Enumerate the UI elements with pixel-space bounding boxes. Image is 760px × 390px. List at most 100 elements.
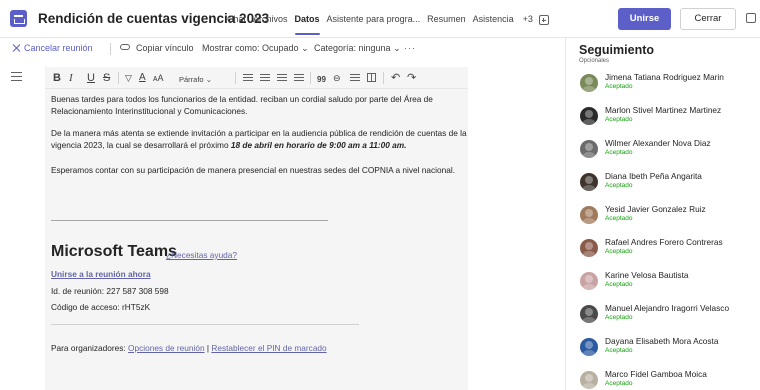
horizontal-line-icon[interactable] [350,74,360,81]
show-as-label: Mostrar como: Ocupado [202,43,299,53]
font-color-icon[interactable]: A [139,72,146,84]
format-toolbar: B I U S ▽ A ᴀA Párrafo ⌄ 99 ⊖ ↶ ↷ [45,67,468,89]
italic-button[interactable]: I [69,72,73,84]
tracking-panel: Seguimiento Opcionales Jimena Tatiana Ro… [565,38,760,390]
more-tabs-button[interactable]: +3 [523,14,533,24]
more-options-button[interactable]: ··· [404,43,416,53]
link-icon[interactable] [120,44,130,50]
bulleted-list-icon[interactable] [277,74,287,81]
divider [118,72,119,84]
reset-pin-link[interactable]: Restablecer el PIN de marcado [211,343,326,353]
join-meeting-link[interactable]: Unirse a la reunión ahora [51,269,151,279]
divider [310,72,311,84]
attendee-name: Marco Fidel Gamboa Moica [605,369,707,379]
divider [235,72,236,84]
tab-attendance[interactable]: Asistencia [473,0,514,38]
meeting-description-editor[interactable]: B I U S ▽ A ᴀA Párrafo ⌄ 99 ⊖ ↶ ↷ Buenas… [45,67,468,390]
tab-scheduling-assistant[interactable]: Asistente para progra... [327,0,421,38]
undo-icon[interactable]: ↶ [391,72,400,84]
calendar-icon [10,10,27,27]
attendee-item[interactable]: Wilmer Alexander Nova Diaz Aceptado [580,138,755,168]
show-as-dropdown[interactable]: Mostrar como: Ocupado ⌄ [202,43,309,54]
tab-chat[interactable]: Chat [227,0,246,38]
attendee-status: Aceptado [605,215,633,222]
highlight-icon[interactable]: ▽ [125,72,132,84]
decrease-indent-icon[interactable] [243,74,253,81]
attendee-item[interactable]: Yesid Javier Gonzalez Ruiz Aceptado [580,204,755,234]
attendee-item[interactable]: Dayana Elisabeth Mora Acosta Aceptado [580,336,755,366]
attendee-name: Manuel Alejandro Iragorri Velasco [605,303,730,313]
organizer-links: Para organizadores: Opciones de reunión … [51,343,327,353]
organizer-prefix: Para organizadores: [51,343,129,353]
meeting-tabs: Chat Archivos Datos Asistente para progr… [227,0,549,38]
meeting-options-link[interactable]: Opciones de reunión [128,343,205,353]
avatar [580,371,598,389]
copy-link-button[interactable]: Copiar vínculo [136,43,194,53]
attendee-status: Aceptado [605,83,633,90]
attendee-item[interactable]: Marlon Stivel Martinez Martinez Aceptado [580,105,755,135]
teams-meeting-window: Rendición de cuentas vigencia 2023 Chat … [0,0,760,390]
attendee-item[interactable]: Manuel Alejandro Iragorri Velasco Acepta… [580,303,755,333]
attendee-item[interactable]: Jimena Tatiana Rodriguez Marin Aceptado [580,72,755,102]
attendee-status: Aceptado [605,116,633,123]
meeting-passcode: Código de acceso: rHT5zK [51,302,151,312]
avatar [580,272,598,290]
attendee-name: Diana Ibeth Peña Angarita [605,171,702,181]
closing-line: Esperamos contar con su participación de… [51,165,456,175]
teams-brand-heading: Microsoft Teams [51,243,177,260]
cancel-meeting-button[interactable]: Cancelar reunión [24,43,93,53]
category-label: Categoría: ninguna [314,43,391,53]
tab-recap[interactable]: Resumen [427,0,466,38]
close-icon[interactable] [12,44,20,52]
chevron-down-icon: ⌄ [301,43,309,53]
attendee-status: Aceptado [605,281,633,288]
divider [383,72,384,84]
command-bar: Cancelar reunión Copiar vínculo Mostrar … [0,38,565,60]
close-button[interactable]: Cerrar [680,8,736,30]
attendee-item[interactable]: Karine Velosa Bautista Aceptado [580,270,755,300]
attendee-item[interactable]: Marco Fidel Gamboa Moica Aceptado [580,369,755,390]
increase-indent-icon[interactable] [260,74,270,81]
add-tab-icon[interactable] [538,15,549,25]
meeting-date-time: 18 de abril en horario de 9:00 am a 11:0… [230,140,407,150]
attendee-item[interactable]: Rafael Andres Forero Contreras Aceptado [580,237,755,267]
attendee-name: Karine Velosa Bautista [605,270,689,280]
numbered-list-icon[interactable] [294,74,304,81]
meeting-id: Id. de reunión: 227 587 308 598 [51,286,169,296]
attendee-status: Aceptado [605,347,633,354]
avatar [580,239,598,257]
optional-attendees-label: Opcionales [579,58,610,64]
help-link[interactable]: ¿Necesitas ayuda? [166,250,237,260]
join-button[interactable]: Unirse [618,8,671,30]
redo-icon[interactable]: ↷ [407,72,416,84]
tab-details[interactable]: Datos [294,0,320,38]
quote-icon[interactable]: 99 [317,74,326,86]
attendee-name: Rafael Andres Forero Contreras [605,237,723,247]
bold-button[interactable]: B [53,72,61,84]
table-icon[interactable] [367,73,376,82]
tab-files[interactable]: Archivos [253,0,288,38]
attendee-name: Yesid Javier Gonzalez Ruiz [605,204,706,214]
link-icon[interactable]: ⊖ [333,72,341,84]
greeting-line-1: Buenas tardes para todos los funcionario… [51,94,433,104]
font-size-icon[interactable]: ᴀA [153,72,163,84]
attendee-item[interactable]: Diana Ibeth Peña Angarita Aceptado [580,171,755,201]
category-dropdown[interactable]: Categoría: ninguna ⌄ [314,43,401,54]
attendee-name: Marlon Stivel Martinez Martinez [605,105,722,115]
avatar [580,173,598,191]
attendee-status: Aceptado [605,182,633,189]
avatar [580,206,598,224]
strikethrough-button[interactable]: S [103,72,110,84]
invitation-text: vigencia 2023, la cual se desarrollará e… [51,140,231,150]
avatar [580,74,598,92]
paragraph-dropdown[interactable]: Párrafo ⌄ [179,74,212,86]
attendee-status: Aceptado [605,314,633,321]
underline-button[interactable]: U [87,72,95,84]
paragraph-label: Párrafo [179,75,204,84]
greeting-line-2: Relacionamiento Interinstitucional y Com… [51,106,248,116]
avatar [580,107,598,125]
details-area: B I U S ▽ A ᴀA Párrafo ⌄ 99 ⊖ ↶ ↷ Buenas… [0,60,565,390]
attendee-name: Wilmer Alexander Nova Diaz [605,138,711,148]
chat-panel-icon[interactable] [746,13,756,23]
attendee-name: Jimena Tatiana Rodriguez Marin [605,72,724,82]
